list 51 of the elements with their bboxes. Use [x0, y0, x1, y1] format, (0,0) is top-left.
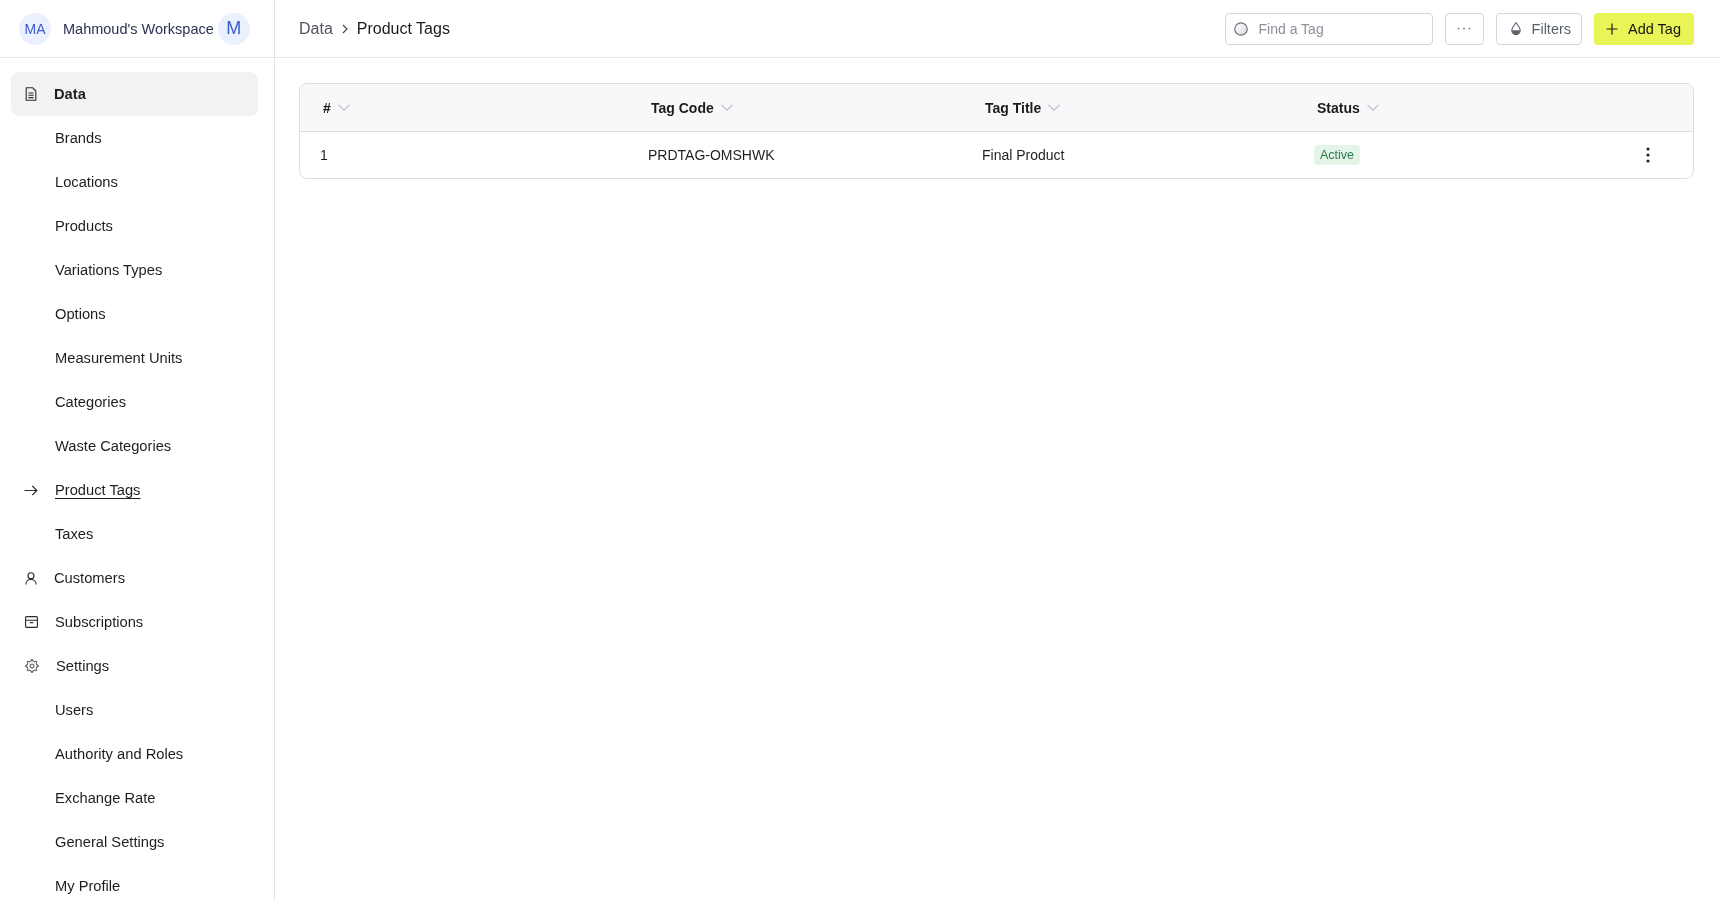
- column-header[interactable]: Status: [1317, 99, 1379, 116]
- chevron-right-icon: [341, 23, 348, 34]
- nav-subitem[interactable]: Authority and Roles: [11, 732, 258, 776]
- nav-item[interactable]: Customers: [11, 556, 258, 600]
- column-header[interactable]: #: [323, 99, 350, 116]
- row-actions-button[interactable]: [1646, 147, 1650, 163]
- sort-chevron-icon: [337, 104, 350, 111]
- nav-subitem[interactable]: Taxes: [11, 512, 258, 556]
- table-cell: Final Product: [982, 147, 1065, 163]
- nav-item[interactable]: Settings: [11, 644, 258, 688]
- workspace-avatar: MA: [19, 12, 51, 45]
- sort-chevron-icon: [1048, 104, 1061, 111]
- nav-subitem[interactable]: Variations Types: [11, 248, 258, 292]
- nav-subitem[interactable]: Waste Categories: [11, 424, 258, 468]
- nav-item[interactable]: Data: [11, 72, 258, 116]
- settings-icon: [25, 659, 39, 673]
- box-icon: [25, 616, 38, 628]
- nav-subitem[interactable]: Brands: [11, 116, 258, 160]
- nav-subitem[interactable]: General Settings: [11, 820, 258, 864]
- table-cell: 1: [320, 147, 328, 163]
- sort-chevron-icon: [720, 104, 733, 111]
- plus-icon: [1606, 22, 1619, 35]
- nav-subitem[interactable]: Products: [11, 204, 258, 248]
- nav-subitem[interactable]: Locations: [11, 160, 258, 204]
- arrow-right-icon: [24, 484, 38, 496]
- nav-subitem[interactable]: Users: [11, 688, 258, 732]
- nav-subitem[interactable]: Categories: [11, 380, 258, 424]
- workspace-name[interactable]: Mahmoud's Workspace: [63, 20, 214, 37]
- status-badge: Active: [1314, 145, 1361, 165]
- nav-subitem[interactable]: My Profile: [11, 864, 258, 900]
- add-tag-button[interactable]: Add Tag: [1594, 12, 1694, 45]
- column-header[interactable]: Tag Title: [985, 99, 1061, 116]
- table-cell: PRDTAG-OMSHWK: [648, 147, 775, 163]
- document-icon: [25, 87, 37, 101]
- breadcrumb-link[interactable]: Data: [299, 19, 333, 38]
- nav-subitem[interactable]: Product Tags: [11, 468, 258, 512]
- filters-button[interactable]: Filters: [1495, 12, 1583, 45]
- search-field[interactable]: Find a Tag: [1224, 12, 1433, 45]
- nav-subitem[interactable]: Options: [11, 292, 258, 336]
- sort-chevron-icon: [1366, 104, 1379, 111]
- droplet-icon: [1510, 22, 1521, 35]
- nav-subitem[interactable]: Exchange Rate: [11, 776, 258, 820]
- nav-item[interactable]: Subscriptions: [11, 600, 258, 644]
- user-avatar[interactable]: M: [217, 12, 250, 45]
- nav-subitem[interactable]: Measurement Units: [11, 336, 258, 380]
- more-icon: [1457, 27, 1472, 30]
- breadcrumb-current: Product Tags: [356, 19, 450, 38]
- circle-icon: [1233, 21, 1248, 36]
- kebab-icon: [1646, 147, 1650, 163]
- column-header[interactable]: Tag Code: [651, 99, 733, 116]
- person-icon: [25, 571, 37, 585]
